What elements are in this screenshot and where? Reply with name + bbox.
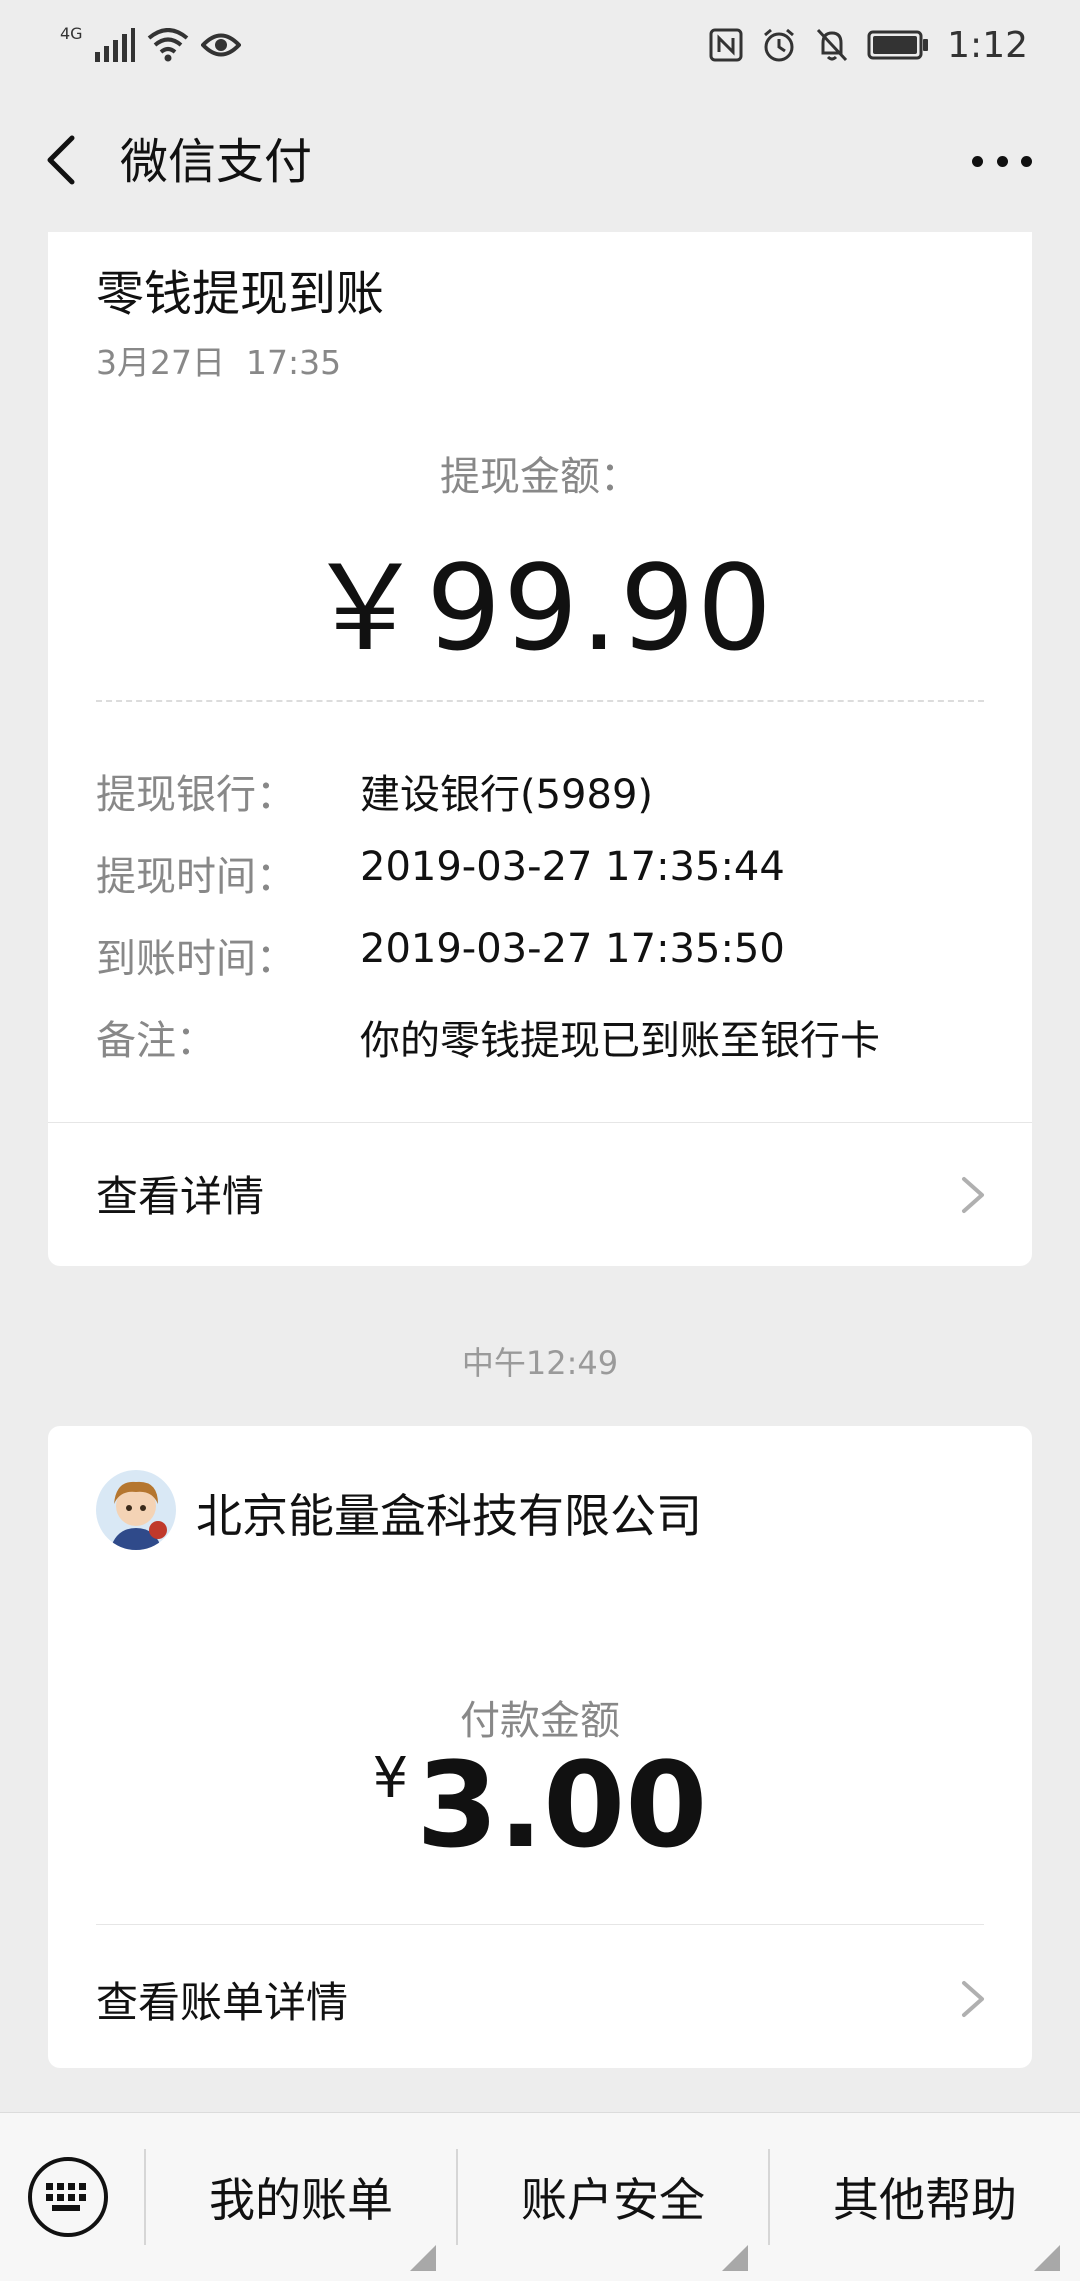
detail-key: 提现银行： — [96, 772, 296, 818]
merchant-name: 北京能量盒科技有限公司 — [196, 1489, 702, 1543]
menu-label: 其他帮助 — [833, 2173, 1017, 2227]
battery-icon — [867, 30, 929, 60]
detail-row: 备注： 你的零钱提现已到账至银行卡 — [96, 1008, 996, 1068]
amount-value: 3.00 — [416, 1736, 708, 1874]
detail-key: 备注： — [96, 1018, 216, 1064]
status-bar: 4G 1:12 — [0, 0, 1080, 90]
submenu-indicator-icon — [1034, 2245, 1060, 2271]
view-bill-details-link[interactable]: 查看账单详情 — [48, 1925, 1032, 2068]
time-separator: 中午12:49 — [461, 1344, 619, 1382]
submenu-indicator-icon — [722, 2245, 748, 2271]
more-dot-icon — [972, 155, 983, 167]
view-details-link[interactable]: 查看详情 — [48, 1123, 1032, 1266]
status-left: 4G — [60, 18, 241, 72]
keyboard-toggle-button[interactable] — [28, 2157, 108, 2237]
detail-key: 提现时间： — [96, 854, 296, 900]
back-button[interactable] — [38, 130, 98, 190]
nav-bar: 微信支付 — [0, 90, 1080, 230]
detail-key: 到账时间： — [96, 936, 296, 982]
card-title: 零钱提现到账 — [96, 266, 385, 322]
keyboard-icon — [46, 2183, 86, 2211]
status-right: 1:12 — [709, 18, 1028, 72]
detail-value: 2019-03-27 17:35:44 — [360, 844, 785, 890]
detail-value: 2019-03-27 17:35:50 — [360, 926, 785, 972]
eye-icon — [200, 30, 241, 60]
view-details-label: 查看详情 — [96, 1172, 265, 1221]
detail-row: 提现时间： 2019-03-27 17:35:44 — [96, 844, 996, 904]
amount-value: ￥99.90 — [306, 539, 774, 677]
network-label: 4G — [60, 23, 83, 43]
bottom-menu-bar: 我的账单 账户安全 其他帮助 — [0, 2112, 1080, 2281]
chevron-right-icon — [962, 1177, 984, 1213]
chevron-right-icon — [962, 1981, 984, 2017]
merchant-avatar — [96, 1470, 176, 1550]
menu-label: 账户安全 — [521, 2173, 705, 2227]
more-dot-icon — [1021, 155, 1032, 167]
amount-label: 提现金额： — [440, 454, 640, 500]
view-bill-details-label: 查看账单详情 — [96, 1978, 349, 2027]
alarm-icon — [761, 27, 797, 63]
dashed-divider — [96, 700, 984, 702]
page-title: 微信支付 — [120, 134, 313, 190]
submenu-indicator-icon — [410, 2245, 436, 2271]
detail-row: 到账时间： 2019-03-27 17:35:50 — [96, 926, 996, 986]
withdrawal-card: 零钱提现到账 3月27日 17:35 提现金额： ￥99.90 提现银行： 建设… — [48, 232, 1032, 1266]
wifi-icon — [147, 28, 189, 62]
detail-row: 提现银行： 建设银行(5989) — [96, 762, 996, 822]
payment-amount: ¥3.00 — [48, 1736, 1032, 1874]
back-arrow-icon — [47, 135, 75, 185]
payment-card: 北京能量盒科技有限公司 付款金额 ¥3.00 查看账单详情 — [48, 1426, 1032, 2068]
menu-label: 我的账单 — [209, 2173, 393, 2227]
detail-value: 建设银行(5989) — [360, 772, 654, 818]
currency-symbol: ¥ — [372, 1746, 409, 1811]
more-button[interactable] — [972, 146, 1032, 176]
signal-icon — [94, 28, 135, 62]
more-dot-icon — [996, 155, 1008, 167]
nfc-icon — [709, 28, 743, 62]
mute-icon — [815, 27, 849, 63]
detail-value: 你的零钱提现已到账至银行卡 — [360, 1018, 880, 1064]
status-time: 1:12 — [947, 24, 1028, 66]
card-date: 3月27日 17:35 — [96, 343, 342, 382]
